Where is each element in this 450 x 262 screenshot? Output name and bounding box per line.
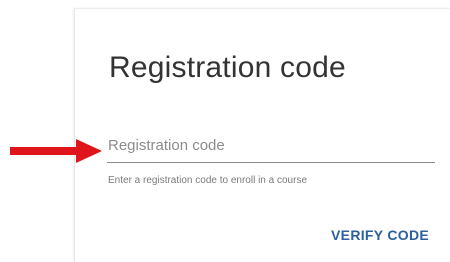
- card-title: Registration code: [109, 51, 346, 84]
- red-arrow-icon: [10, 139, 102, 163]
- screenshot-stage: Registration code Enter a registration c…: [0, 0, 450, 262]
- registration-card: Registration code Enter a registration c…: [74, 8, 450, 262]
- verify-code-button[interactable]: VERIFY CODE: [329, 225, 431, 245]
- registration-code-input[interactable]: [107, 129, 435, 163]
- helper-text: Enter a registration code to enroll in a…: [108, 175, 307, 186]
- registration-code-field: [107, 129, 435, 165]
